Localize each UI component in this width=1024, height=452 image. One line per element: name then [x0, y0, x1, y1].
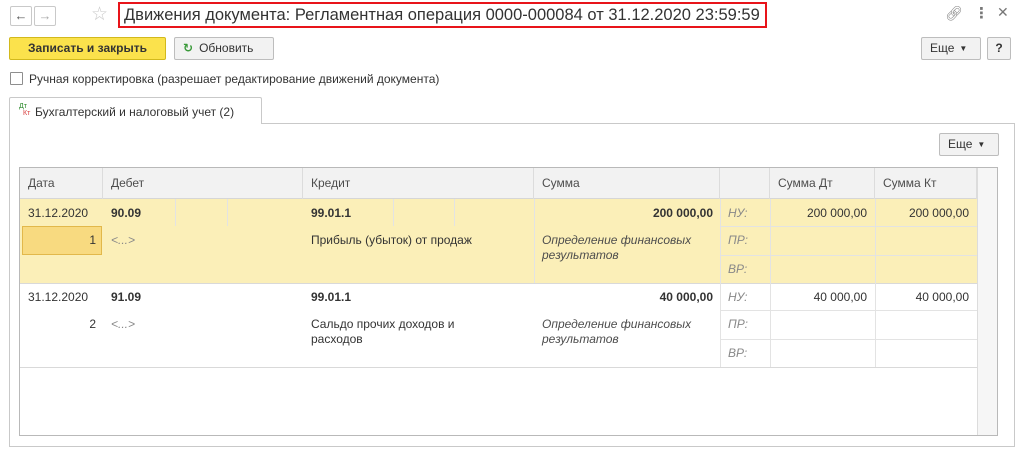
row-amount-dt: 200 000,00 [806, 206, 867, 220]
row-nu-label: НУ: [728, 206, 748, 220]
close-icon[interactable]: ✕ [997, 4, 1009, 21]
row-credit-subconto: Прибыль (убыток) от продаж [311, 233, 472, 247]
arrow-right-icon: → [38, 8, 52, 23]
refresh-label: Обновить [199, 41, 254, 55]
page-title: Движения документа: Регламентная операци… [118, 2, 767, 28]
row-pr-label: ПР: [728, 317, 748, 331]
refresh-icon: ↻ [183, 41, 194, 55]
row-number: 2 [89, 317, 96, 331]
tab-label: Бухгалтерский и налоговый учет (2) [35, 105, 235, 119]
row-amount-dt: 40 000,00 [813, 290, 867, 304]
col-date[interactable]: Дата [20, 168, 103, 199]
manual-correction-row[interactable]: Ручная корректировка (разрешает редактир… [10, 72, 439, 88]
tab-accounting[interactable]: Дт Кт Бухгалтерский и налоговый учет (2) [9, 97, 262, 124]
dt-kt-icon: Дт Кт [19, 103, 31, 117]
grid-more-label: Еще [948, 137, 973, 151]
row-content: Определение финансовых результатов [542, 233, 692, 262]
row-date: 31.12.2020 [28, 290, 89, 304]
back-button[interactable]: ← [10, 6, 32, 26]
row-amount-kt: 200 000,00 [908, 206, 969, 220]
title-bar: ← → ☆ Движения документа: Регламентная о… [0, 0, 1024, 32]
save-and-close-button[interactable]: Записать и закрыть [9, 37, 166, 60]
row-amount-kt: 40 000,00 [915, 290, 969, 304]
forward-button[interactable]: → [34, 6, 56, 26]
entries-table[interactable]: Дата Дебет Кредит Сумма Сумма Дт Сумма К… [19, 167, 998, 436]
col-amount-dt[interactable]: Сумма Дт [770, 168, 875, 199]
row-vr-label: ВР: [728, 262, 748, 276]
manual-correction-checkbox[interactable] [10, 72, 23, 85]
row-pr-label: ПР: [728, 233, 748, 247]
more-button[interactable]: Еще ▼ [921, 37, 981, 60]
refresh-button[interactable]: ↻ Обновить [174, 37, 274, 60]
chevron-down-icon: ▼ [959, 44, 968, 53]
col-amount-kt[interactable]: Сумма Кт [875, 168, 977, 199]
more-vert-icon[interactable]: ⋮ [974, 4, 989, 22]
row-nu-label: НУ: [728, 290, 748, 304]
manual-correction-label: Ручная корректировка (разрешает редактир… [29, 72, 440, 86]
row-amount: 40 000,00 [659, 290, 713, 304]
col-amount[interactable]: Сумма [534, 168, 720, 199]
table-header: Дата Дебет Кредит Сумма Сумма Дт Сумма К… [20, 168, 997, 199]
star-icon[interactable]: ☆ [91, 4, 108, 26]
row-vr-label: ВР: [728, 346, 748, 360]
link-icon[interactable]: 🔗︎ [945, 5, 963, 22]
row-date: 31.12.2020 [28, 206, 89, 220]
chevron-down-icon: ▼ [977, 140, 986, 149]
row-credit-account: 99.01.1 [311, 206, 352, 220]
col-debit[interactable]: Дебет [103, 168, 303, 199]
arrow-left-icon: ← [14, 8, 28, 23]
row-amount: 200 000,00 [652, 206, 713, 220]
col-tax-kind[interactable] [720, 168, 770, 199]
grid-more-button[interactable]: Еще ▼ [939, 133, 999, 156]
vertical-scrollbar[interactable] [977, 168, 997, 435]
row-credit-subconto: Сальдо прочих доходов и расходов [311, 317, 455, 346]
row-content: Определение финансовых результатов [542, 317, 692, 346]
row-debit-account: 91.09 [111, 290, 142, 304]
row-debit-subconto: <...> [111, 233, 136, 247]
row-number: 1 [89, 233, 96, 247]
help-button[interactable]: ? [987, 37, 1011, 60]
row-debit-subconto: <...> [111, 317, 136, 331]
more-label: Еще [930, 41, 955, 55]
row-credit-account: 99.01.1 [311, 290, 352, 304]
col-credit[interactable]: Кредит [303, 168, 534, 199]
row-debit-account: 90.09 [111, 206, 142, 220]
